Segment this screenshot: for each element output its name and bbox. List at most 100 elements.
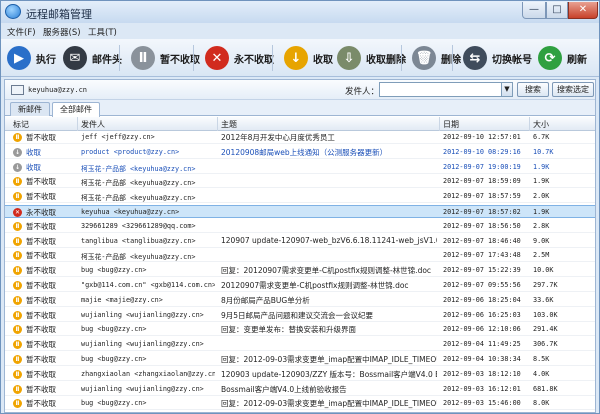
cell-date: 2012-09-06 16:25:03 [443, 310, 521, 319]
table-row[interactable]: Ⅱ 暂不收取 柯玉花-产品部 <keyuhua@zzy.cn> 2012-09-07 … [5, 175, 595, 189]
maximize-button[interactable]: □ [546, 2, 568, 19]
toolbar-button-switch-account[interactable]: ⇆ 切换帐号 [463, 44, 532, 72]
minimize-button[interactable]: — [522, 2, 546, 19]
column-date[interactable]: 日期 [443, 119, 459, 130]
cell-date: 2012-09-07 19:00:19 [443, 162, 521, 171]
cell-size: 9.0K [533, 236, 550, 245]
cell-mark: 暂不收取 [26, 340, 56, 350]
cell-size: 681.8K [533, 384, 558, 393]
pause-status-icon: Ⅱ [13, 177, 22, 187]
cell-sender: wujianling <wujianling@zzy.cn> [81, 384, 204, 393]
close-button[interactable]: ✕ [568, 2, 598, 19]
pause-status-icon: Ⅱ [13, 355, 22, 364]
cell-sender: 柯玉花-产品部 <keyuhua@zzy.cn> [81, 179, 196, 188]
toolbar-button-stop[interactable]: ✕ 永不收取 [205, 44, 274, 72]
cell-size: 2.5M [533, 251, 550, 260]
table-row[interactable]: Ⅱ 暂不收取 wujianling <wujianling@zzy.cn> 9月5日邮… [5, 309, 595, 322]
table-row[interactable]: Ⅱ 暂不收取 majie <majie@zzy.cn> 8月份邮局产品BUG单分析 20… [5, 294, 595, 307]
table-row[interactable]: ↓ 收取 柯玉花-产品部 <keyuhua@zzy.cn> 2012-09-07 19… [5, 161, 595, 174]
table-row[interactable]: Ⅱ 暂不收取 bug <bug@zzy.cn> 回复：20120907需求变更单-C机… [5, 264, 595, 278]
cell-size: 1.9K [533, 162, 550, 171]
cell-sender: bug <bug@zzy.cn> [81, 355, 147, 363]
toolbar-label: 永不收取 [234, 54, 274, 66]
pause-status-icon: Ⅱ [13, 251, 22, 261]
cell-date: 2012-09-04 11:49:25 [443, 340, 521, 349]
cell-date: 2012-09-07 15:22:39 [443, 266, 521, 275]
cell-mark: 暂不收取 [26, 221, 56, 231]
tab-new-mail[interactable]: 新邮件 [10, 102, 50, 116]
pause-status-icon: Ⅱ [13, 266, 22, 276]
menu-server[interactable]: 服务器(S) [43, 26, 81, 38]
column-mark[interactable]: 标记 [13, 119, 29, 130]
cell-date: 2012-09-03 18:12:10 [443, 369, 521, 378]
column-size[interactable]: 大小 [533, 119, 549, 130]
column-subject[interactable]: 主题 [221, 119, 237, 130]
cell-sender: product <product@zzy.cn> [81, 147, 180, 156]
sender-filter-label: 发件人： [345, 87, 380, 97]
table-row[interactable]: Ⅱ 暂不收取 "gxb@114.com.cn" <gxb@114.com.cn> 20… [5, 279, 595, 292]
title-bar: 远程邮箱管理 — □ ✕ [1, 1, 599, 23]
pause-status-icon: Ⅱ [13, 310, 22, 320]
toolbar-label: 暂不收取 [160, 54, 200, 66]
cell-mark: 暂不收取 [26, 192, 56, 202]
table-row[interactable]: Ⅱ 暂不收取 bug <bug@zzy.cn> 回复：2012-09-03需求变更单_… [5, 397, 595, 411]
cell-sender: 329661289 <329661289@qq.com> [81, 221, 196, 230]
toolbar-button-delete[interactable]: 🗑 删除 [412, 44, 461, 72]
table-row[interactable]: Ⅱ 暂不收取 bug <bug@zzy.cn> 回复：2012-09-03需求变更单_… [5, 353, 595, 366]
sender-filter-input[interactable] [379, 82, 513, 97]
toolbar-button-execute[interactable]: ▶ 执行 [7, 44, 56, 72]
cell-date: 2012-09-06 12:10:06 [443, 325, 521, 334]
table-row[interactable]: Ⅱ 暂不收取 zhangxiaolan <zhangxiaolan@zzy.cn> 1… [5, 368, 595, 381]
search-selected-button[interactable]: 搜索选定 [552, 82, 594, 97]
cell-date: 2012-09-07 18:56:50 [443, 221, 521, 230]
search-button[interactable]: 搜索 [517, 82, 549, 97]
cell-subject: Bossmail客户端V4.0上线前验收报告 [221, 384, 347, 394]
table-row[interactable]: Ⅱ 暂不收取 tanglibua <tanglibua@zzy.cn> 120907 … [5, 235, 595, 248]
table-row[interactable]: Ⅱ 暂不收取 jeff <jeff@zzy.cn> 2012年8月开发中心月度优秀员工… [5, 131, 595, 144]
cell-mark: 暂不收取 [26, 133, 56, 142]
toolbar-label: 邮件头 [92, 54, 122, 66]
tab-all-mail[interactable]: 全部邮件 [52, 102, 100, 117]
cell-date: 2012-09-07 17:43:48 [443, 251, 521, 260]
pause-status-icon: Ⅱ [13, 221, 22, 231]
toolbar-separator [193, 45, 194, 71]
table-row[interactable]: Ⅱ 暂不收取 柯玉花-产品部 <keyuhua@zzy.cn> 2012-09-07 … [5, 190, 595, 204]
table-row[interactable]: Ⅱ 暂不收取 wujianling <wujianling@zzy.cn> Bossm… [5, 383, 595, 396]
app-icon [5, 4, 21, 19]
cell-subject: 20120908邮局web上线通知（公测服务器更新） [221, 147, 388, 157]
table-row[interactable]: Ⅱ 暂不收取 wujianling <wujianling@zzy.cn> 2012-… [5, 338, 595, 352]
table-row[interactable]: Ⅱ 暂不收取 柯玉花-产品部 <keyuhua@zzy.cn> 2012-09-07 … [5, 249, 595, 263]
toolbar-separator [272, 45, 273, 71]
cell-date: 2012-09-07 18:57:59 [443, 192, 521, 201]
toolbar-button-refresh[interactable]: ⟳ 刷新 [538, 44, 587, 72]
execute-icon: ▶ [7, 46, 31, 70]
toolbar-button-download-delete[interactable]: ⇩ 收取删除 [337, 44, 406, 72]
menu-file[interactable]: 文件(F) [7, 26, 36, 38]
toolbar-button-news[interactable]: ✉ 邮件头 [63, 44, 122, 72]
table-row[interactable]: ↓ 收取 product <product@zzy.cn> 20120908邮局web… [5, 146, 595, 159]
cell-date: 2012-09-10 08:29:16 [443, 147, 521, 156]
toolbar-label: 切换帐号 [492, 54, 532, 66]
cell-mark: 暂不收取 [26, 236, 56, 246]
cell-subject: 120903 update-120903/ZZY 版本号：Bossmail客户端… [221, 369, 437, 379]
column-sender[interactable]: 发件人 [81, 119, 105, 130]
cell-sender: bug <bug@zzy.cn> [81, 399, 147, 408]
cell-mark: 收取 [26, 162, 41, 172]
table-row[interactable]: ✕ 永不收取 keyuhua <keyuhua@zzy.cn> 2012-09-07 … [5, 205, 595, 218]
cell-date: 2012-09-07 18:59:09 [443, 177, 521, 186]
sender-dropdown-icon[interactable]: ▼ [501, 82, 513, 97]
toolbar: ▶ 执行 ✉ 邮件头 Ⅱ 暂不收取 ✕ 永不收取 ↓ 收取 ⇩ 收取删除 🗑 删除 ⇆ 切换帐号 ⟳ 刷新 [1, 39, 599, 77]
cell-subject: 回复：变更单发布：替换安装和升级界面 [221, 325, 356, 335]
toolbar-button-pause[interactable]: Ⅱ 暂不收取 [131, 44, 200, 72]
toolbar-button-download[interactable]: ↓ 收取 [284, 44, 333, 72]
account-address: keyuhua@zzy.cn [28, 86, 88, 94]
menu-tools[interactable]: 工具(T) [88, 26, 117, 38]
table-row[interactable]: Ⅱ 暂不收取 329661289 <329661289@qq.com> 2012-09… [5, 220, 595, 233]
cell-mark: 收取 [26, 147, 41, 157]
cell-size: 10.0K [533, 266, 554, 275]
cell-subject: 2012年8月开发中心月度优秀员工 [221, 133, 335, 142]
pause-icon: Ⅱ [131, 46, 155, 70]
toolbar-separator [401, 45, 402, 71]
delete-icon: 🗑 [412, 46, 436, 70]
table-row[interactable]: Ⅱ 暂不收取 bug <bug@zzy.cn> 回复：变更单发布：替换安装和升级界面 2… [5, 323, 595, 337]
